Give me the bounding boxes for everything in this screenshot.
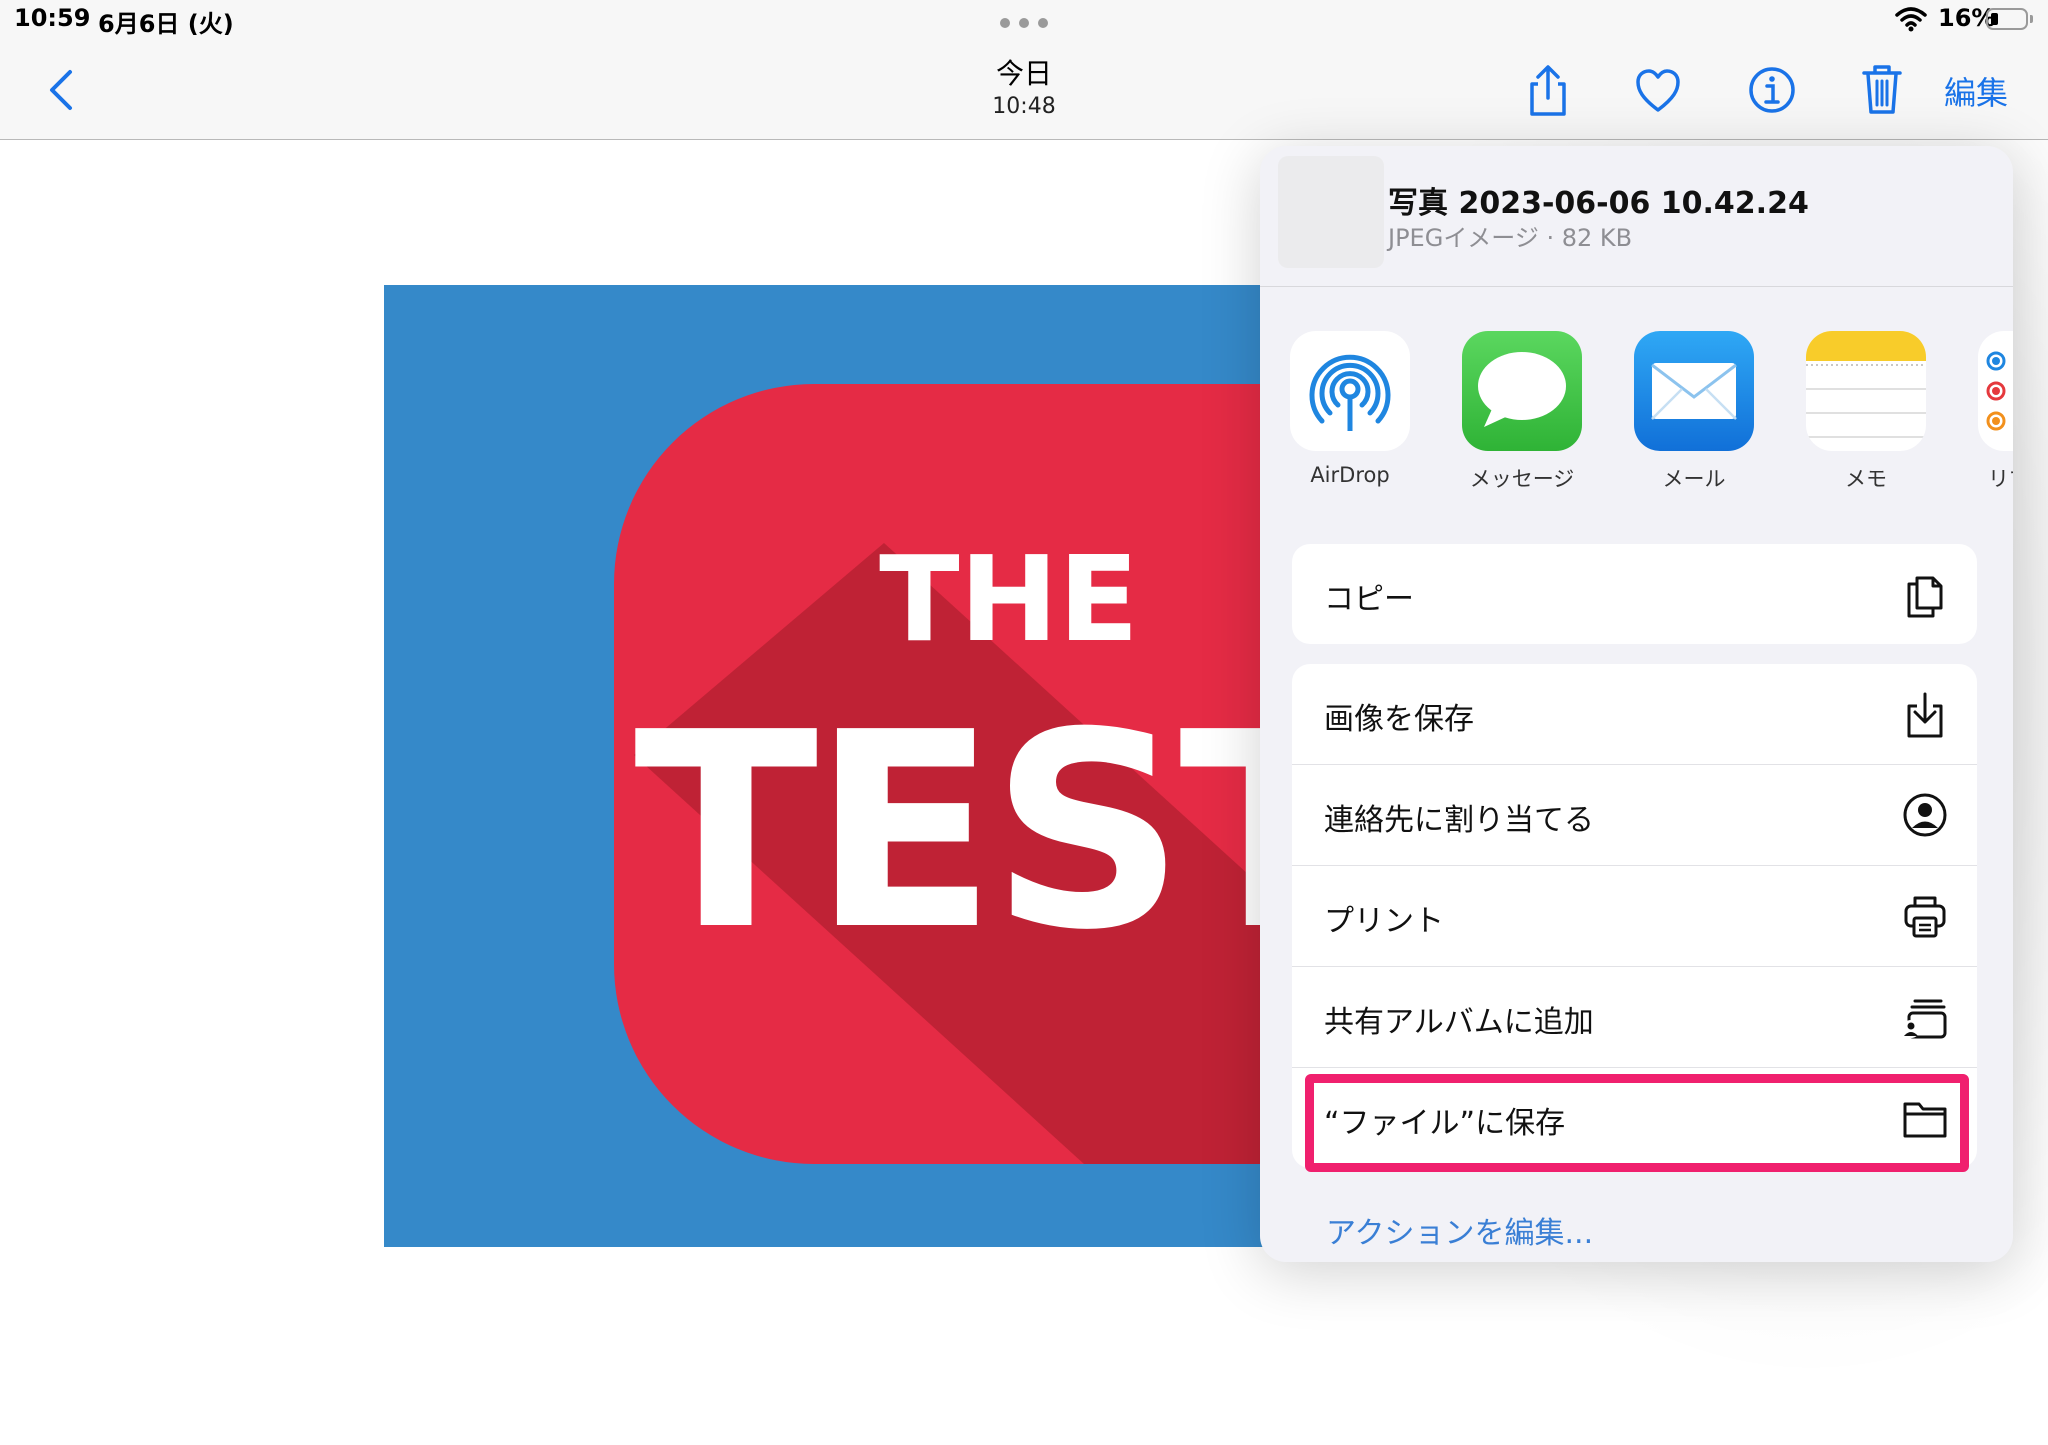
edit-actions-link[interactable]: アクションを編集... bbox=[1326, 1208, 1593, 1252]
action-label: 共有アルバムに追加 bbox=[1324, 1005, 1594, 1040]
file-name: 写真 2023-06-06 10.42.24 bbox=[1388, 186, 1809, 221]
action-add-to-shared-album[interactable]: 共有アルバムに追加 bbox=[1292, 967, 1977, 1068]
printer-icon bbox=[1904, 896, 1946, 938]
battery-icon bbox=[1986, 8, 2028, 30]
page-subtitle: 10:48 bbox=[992, 94, 1056, 119]
download-icon bbox=[1907, 692, 1943, 738]
share-app-airdrop[interactable]: AirDrop bbox=[1290, 331, 1410, 487]
test-logo-graphic: THE TEST bbox=[614, 384, 1384, 1164]
share-icon[interactable] bbox=[1524, 64, 1572, 118]
share-app-label: AirDrop bbox=[1310, 463, 1390, 487]
action-label: 連絡先に割り当てる bbox=[1324, 803, 1594, 838]
edit-button[interactable]: 編集 bbox=[1944, 68, 2008, 114]
logo-text-test: TEST bbox=[634, 674, 1365, 989]
action-label: プリント bbox=[1324, 904, 1444, 939]
share-app-label: リマ bbox=[1988, 467, 2013, 491]
back-chevron-icon[interactable] bbox=[44, 68, 80, 112]
page-title: 今日 bbox=[995, 57, 1052, 90]
action-label: 画像を保存 bbox=[1324, 702, 1474, 737]
share-app-reminders[interactable]: リマ bbox=[1978, 331, 2013, 493]
mail-icon bbox=[1634, 331, 1754, 451]
status-time: 10:59 bbox=[14, 4, 91, 32]
action-label: コピー bbox=[1324, 582, 1414, 617]
logo-text-the: THE bbox=[879, 530, 1139, 668]
action-assign-to-contact[interactable]: 連絡先に割り当てる bbox=[1292, 765, 1977, 866]
highlight-annotation bbox=[1305, 1074, 1969, 1172]
airdrop-icon bbox=[1290, 331, 1410, 451]
favorite-heart-icon[interactable] bbox=[1634, 66, 1682, 120]
action-copy[interactable]: コピー bbox=[1292, 544, 1977, 644]
share-app-mail[interactable]: メール bbox=[1634, 331, 1754, 493]
file-thumbnail bbox=[1278, 156, 1384, 268]
share-sheet: 写真 2023-06-06 10.42.24 JPEGイメージ · 82 KB … bbox=[1260, 146, 2013, 1262]
multitasking-dots-icon[interactable] bbox=[1000, 18, 1048, 28]
share-app-label: メモ bbox=[1845, 467, 1887, 491]
contact-icon bbox=[1903, 793, 1947, 837]
file-meta: JPEGイメージ · 82 KB bbox=[1388, 224, 1633, 252]
notes-icon bbox=[1806, 331, 1926, 451]
share-app-messages[interactable]: メッセージ bbox=[1462, 331, 1582, 493]
wifi-icon bbox=[1895, 7, 1927, 32]
copy-group: コピー bbox=[1292, 544, 1977, 644]
header-divider bbox=[1260, 286, 2013, 287]
shared-album-icon bbox=[1902, 999, 1947, 1039]
share-app-label: メール bbox=[1662, 467, 1726, 491]
photo-image: THE TEST bbox=[384, 285, 1384, 1247]
share-app-notes[interactable]: メモ bbox=[1806, 331, 1926, 493]
messages-icon bbox=[1462, 331, 1582, 451]
action-save-image[interactable]: 画像を保存 bbox=[1292, 664, 1977, 765]
reminders-icon bbox=[1978, 331, 2013, 451]
battery-nub bbox=[2030, 15, 2033, 23]
status-date: 6月6日 (火) bbox=[98, 10, 234, 38]
copy-icon bbox=[1907, 576, 1943, 618]
info-icon[interactable] bbox=[1748, 64, 1796, 118]
action-print[interactable]: プリント bbox=[1292, 866, 1977, 967]
share-app-label: メッセージ bbox=[1469, 467, 1575, 491]
trash-icon[interactable] bbox=[1858, 62, 1906, 116]
